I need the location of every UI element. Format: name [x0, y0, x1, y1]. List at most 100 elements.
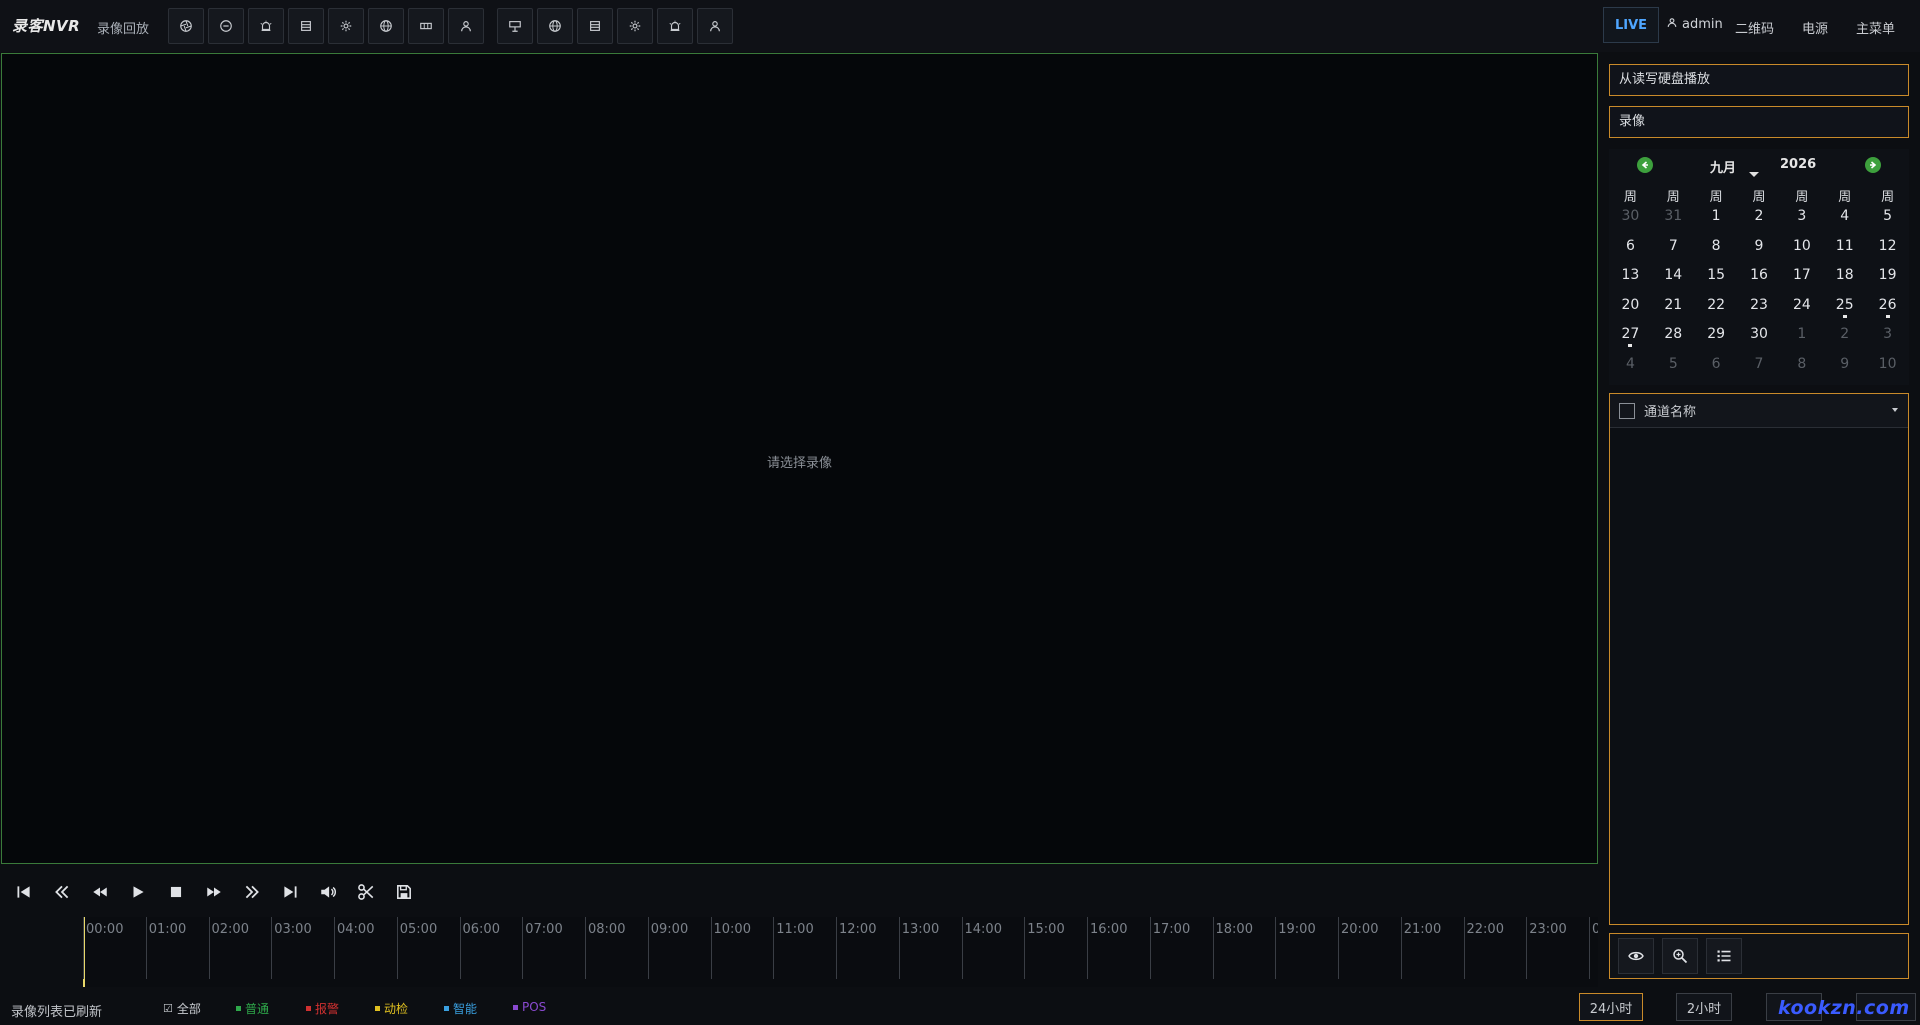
timeline-hour-label: 00:00	[86, 922, 124, 937]
legend-smart[interactable]: 智能	[444, 1000, 477, 1017]
calendar-day[interactable]: 26	[1866, 296, 1909, 326]
calendar-day[interactable]: 22	[1695, 296, 1738, 326]
skip-end-icon[interactable]	[274, 877, 306, 907]
calendar-year[interactable]: 2026	[1780, 157, 1816, 172]
calendar-day[interactable]: 1	[1695, 207, 1738, 237]
calendar-day[interactable]: 9	[1738, 237, 1781, 267]
chevron-down-icon[interactable]	[1749, 172, 1759, 177]
settings-gear-icon[interactable]	[617, 8, 653, 44]
calendar-day[interactable]: 6	[1695, 355, 1738, 385]
calendar-weekday: 周	[1666, 190, 1680, 205]
calendar-day[interactable]: 7	[1652, 237, 1695, 267]
list-icon[interactable]	[1706, 938, 1742, 974]
timeline-hour-label: 20:00	[1341, 922, 1379, 937]
globe-icon[interactable]	[537, 8, 573, 44]
legend-normal[interactable]: 普通	[236, 1000, 269, 1017]
calendar-day-number: 1	[1711, 208, 1721, 224]
stop-icon[interactable]	[160, 877, 192, 907]
calendar-day[interactable]: 5	[1866, 207, 1909, 237]
calendar-day[interactable]: 21	[1652, 296, 1695, 326]
calendar-day[interactable]: 27	[1609, 325, 1652, 355]
video-viewport[interactable]: 请选择录像	[1, 53, 1598, 864]
calendar-day[interactable]: 15	[1695, 266, 1738, 296]
calendar-day[interactable]: 31	[1652, 207, 1695, 237]
calendar-day[interactable]: 10	[1780, 237, 1823, 267]
calendar-day[interactable]: 28	[1652, 325, 1695, 355]
calendar-day[interactable]: 18	[1823, 266, 1866, 296]
calendar-day[interactable]: 29	[1695, 325, 1738, 355]
calendar-day[interactable]: 16	[1738, 266, 1781, 296]
calendar-day[interactable]: 13	[1609, 266, 1652, 296]
calendar-day[interactable]: 2	[1823, 325, 1866, 355]
alarm-bell-icon[interactable]	[657, 8, 693, 44]
calendar-day[interactable]: 11	[1823, 237, 1866, 267]
sort-caret-icon[interactable]	[1892, 408, 1898, 412]
storage-icon[interactable]	[577, 8, 613, 44]
shutter-icon[interactable]	[168, 8, 204, 44]
rewind-icon[interactable]	[84, 877, 116, 907]
calendar-day[interactable]: 30	[1609, 207, 1652, 237]
calendar-day[interactable]: 3	[1866, 325, 1909, 355]
calendar-day[interactable]: 30	[1738, 325, 1781, 355]
calendar-day[interactable]: 5	[1652, 355, 1695, 385]
fast-forward-icon[interactable]	[236, 877, 268, 907]
alarm-bell-icon[interactable]	[248, 8, 284, 44]
timeline-hour-label: 11:00	[776, 922, 814, 937]
save-icon[interactable]	[388, 877, 420, 907]
calendar-day[interactable]: 14	[1652, 266, 1695, 296]
scissors-icon[interactable]	[350, 877, 382, 907]
user-icon[interactable]	[448, 8, 484, 44]
storage-icon[interactable]	[288, 8, 324, 44]
calendar-day[interactable]: 7	[1738, 355, 1781, 385]
calendar-day[interactable]: 9	[1823, 355, 1866, 385]
timeline-hour-label: 08:00	[588, 922, 626, 937]
record-type-select[interactable]: 录像	[1609, 106, 1909, 138]
timeline-hour-label: 04:00	[337, 922, 375, 937]
calendar-day-number: 10	[1792, 237, 1811, 254]
timeline-hour-tick: 16:00	[1087, 917, 1127, 979]
calendar-day[interactable]: 8	[1695, 237, 1738, 267]
prev-month-icon[interactable]	[1637, 157, 1653, 173]
user-icon[interactable]	[697, 8, 733, 44]
timeline-hour-label: 01:00	[148, 922, 187, 937]
circle-minus-icon[interactable]	[208, 8, 244, 44]
calendar-day[interactable]: 10	[1866, 355, 1909, 385]
timeline-hour-label: 14:00	[964, 922, 1002, 937]
calendar-day[interactable]: 4	[1823, 207, 1866, 237]
skip-start-icon[interactable]	[8, 877, 40, 907]
settings-gear-icon[interactable]	[328, 8, 364, 44]
legend-motion[interactable]: 动检	[375, 1000, 408, 1017]
next-month-icon[interactable]	[1865, 157, 1881, 173]
calendar-day[interactable]: 12	[1866, 237, 1909, 267]
calendar-day[interactable]: 4	[1609, 355, 1652, 385]
volume-icon[interactable]	[312, 877, 344, 907]
film-icon[interactable]	[408, 8, 444, 44]
fast-back-icon[interactable]	[46, 877, 78, 907]
zoom-icon[interactable]	[1662, 938, 1698, 974]
legend-alarm[interactable]: 报警	[306, 1000, 339, 1017]
calendar-month[interactable]: 九月	[1710, 157, 1736, 176]
calendar-day[interactable]: 8	[1780, 355, 1823, 385]
eye-icon[interactable]	[1618, 938, 1654, 974]
calendar-day[interactable]: 6	[1609, 237, 1652, 267]
legend-all[interactable]: ☑ 全部	[163, 1000, 201, 1017]
legend-swatch	[236, 1006, 241, 1011]
forward-icon[interactable]	[198, 877, 230, 907]
calendar-day[interactable]: 19	[1866, 266, 1909, 296]
play-icon[interactable]	[122, 877, 154, 907]
calendar-day[interactable]: 24	[1780, 296, 1823, 326]
calendar-day[interactable]: 20	[1609, 296, 1652, 326]
presentation-icon[interactable]	[497, 8, 533, 44]
source-select[interactable]: 从读写硬盘播放	[1609, 64, 1909, 96]
legend-pos[interactable]: POS	[513, 1000, 546, 1014]
calendar-day[interactable]: 3	[1780, 207, 1823, 237]
calendar-day[interactable]: 2	[1738, 207, 1781, 237]
calendar-day[interactable]: 23	[1738, 296, 1781, 326]
timeline[interactable]: 00:00 01:00 02:00 03:00 04:00 05:00 06:00 07:00…	[83, 917, 1598, 987]
calendar-day[interactable]: 17	[1780, 266, 1823, 296]
video-placeholder-message: 请选择录像	[766, 456, 832, 471]
calendar-day[interactable]: 1	[1780, 325, 1823, 355]
select-all-checkbox[interactable]	[1619, 402, 1635, 419]
globe-icon[interactable]	[368, 8, 404, 44]
calendar-day[interactable]: 25	[1823, 296, 1866, 326]
